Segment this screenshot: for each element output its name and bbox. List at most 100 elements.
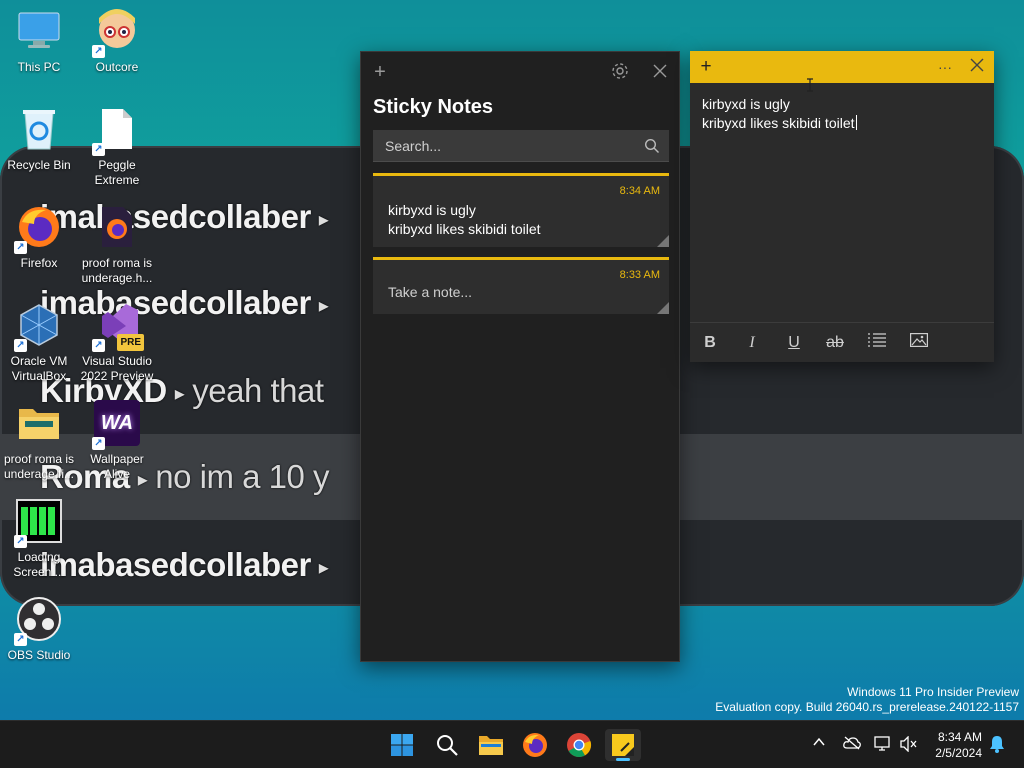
desktop-icon-label: Peggle Extreme [94, 158, 140, 187]
desktop-icon-label: Loading Screen ... [13, 550, 65, 579]
text-caret [855, 115, 857, 130]
show-hidden-icons-button[interactable] [812, 735, 826, 752]
underline-icon[interactable]: U [783, 333, 805, 353]
visual-studio-icon: PRE ↗ [92, 302, 144, 352]
desktop-icon-label: proof roma is underage.h... [81, 256, 153, 285]
active-indicator [616, 758, 630, 761]
search-button[interactable] [429, 729, 465, 761]
desktop-icon-firefox[interactable]: ↗ Firefox [0, 204, 78, 271]
note-fold-corner [657, 235, 669, 247]
outcore-icon: ↗ [92, 8, 140, 58]
shortcut-arrow-icon: ↗ [14, 241, 27, 254]
desktop-icon-label: OBS Studio [7, 648, 71, 662]
settings-button[interactable] [610, 62, 630, 82]
loading-screen-icon: ↗ [14, 498, 62, 548]
folder-icon [16, 400, 62, 446]
note-titlebar[interactable]: + ··· [690, 51, 994, 83]
desktop-icon-obs[interactable]: ↗ OBS Studio [0, 596, 78, 663]
firefox-taskbar-button[interactable] [517, 729, 553, 761]
bold-icon[interactable]: B [699, 333, 721, 353]
desktop-icon-virtualbox[interactable]: ↗ Oracle VM VirtualBox [0, 302, 78, 384]
watermark-line: Windows 11 Pro Insider Preview [847, 685, 1019, 699]
sticky-notes-taskbar-button[interactable] [605, 729, 641, 761]
strikethrough-icon[interactable]: ab [824, 333, 846, 353]
obs-icon: ↗ [14, 596, 62, 646]
shortcut-arrow-icon: ↗ [14, 633, 27, 646]
note-preview: Take a note... [388, 283, 472, 302]
windows-logo-icon [391, 734, 413, 756]
file-explorer-button[interactable] [473, 729, 509, 761]
note-preview-line: kribyxd likes skibidi toilet [388, 221, 541, 237]
sticky-note-window: + ··· kirbyxd is ugly kribyxd likes skib… [690, 51, 994, 362]
desktop-icon-label: Firefox [20, 256, 58, 270]
add-note-button[interactable]: + [370, 62, 390, 82]
file-icon: ↗ [92, 106, 140, 156]
desktop-icon-label: Oracle VM VirtualBox [10, 354, 68, 383]
network-button[interactable] [874, 736, 892, 755]
text-cursor-icon [806, 78, 814, 92]
search-input[interactable] [373, 130, 669, 162]
wallpaper-chat-line: imabasedcollaber ▸ [40, 546, 329, 583]
note-card[interactable]: 8:33 AM Take a note... [373, 257, 669, 314]
desktop-icon-label: Outcore [95, 60, 139, 74]
clock-time: 8:34 AM [937, 730, 982, 744]
desktop-icon-peggle[interactable]: ↗ Peggle Extreme [78, 106, 156, 188]
desktop-icon-label: proof roma is underage.fi... [3, 452, 75, 481]
page-title: Sticky Notes [373, 96, 494, 118]
desktop-icon-this-pc[interactable]: This PC [0, 8, 78, 75]
close-button[interactable] [650, 62, 670, 82]
firefox-icon: ↗ [14, 204, 62, 254]
note-card[interactable]: 8:34 AM kirbyxd is ugly kribyxd likes sk… [373, 173, 669, 247]
note-preview-line: kirbyxd is ugly [388, 202, 476, 218]
speaker-muted-icon [900, 735, 917, 753]
note-close-button[interactable] [967, 57, 987, 77]
shortcut-arrow-icon: ↗ [92, 437, 105, 450]
volume-button[interactable] [900, 735, 918, 755]
italic-icon[interactable]: I [741, 333, 763, 353]
firefox-icon [523, 733, 547, 757]
chrome-taskbar-button[interactable] [561, 729, 597, 761]
desktop-icon-recycle-bin[interactable]: Recycle Bin [0, 106, 78, 173]
desktop-icon-proof-folder[interactable]: proof roma is underage.fi... [0, 400, 78, 482]
close-icon [970, 58, 984, 72]
preview-badge: PRE [117, 334, 144, 351]
note-text-line: kirbyxd is ugly [702, 96, 790, 112]
desktop-icon-wallpaper-alive[interactable]: WA ↗ Wallpaper Alive [78, 400, 156, 482]
desktop-icon-label: Wallpaper Alive [90, 452, 144, 481]
bell-icon [990, 736, 1004, 753]
start-button[interactable] [384, 729, 420, 761]
gear-icon [612, 63, 628, 79]
more-options-button[interactable]: ··· [935, 57, 955, 77]
taskbar: 8:34 AM 2/5/2024 [0, 720, 1024, 768]
notifications-button[interactable] [989, 735, 1005, 756]
shortcut-arrow-icon: ↗ [92, 143, 105, 156]
bullet-list-icon[interactable] [866, 333, 888, 353]
note-preview: kirbyxd is ugly kribyxd likes skibidi to… [388, 201, 541, 239]
clock[interactable]: 8:34 AM 2/5/2024 [924, 729, 982, 761]
onedrive-button[interactable] [843, 736, 861, 753]
cloud-offline-icon [843, 736, 861, 750]
new-note-button[interactable]: + [696, 57, 716, 77]
chevron-up-icon [813, 737, 825, 746]
note-text-line: kribyxd likes skibidi toilet [702, 115, 855, 131]
clock-date: 2/5/2024 [935, 746, 982, 760]
note-timestamp: 8:34 AM [619, 185, 660, 197]
format-toolbar: B I U ab [690, 322, 994, 362]
shortcut-arrow-icon: ↗ [92, 339, 105, 352]
desktop-icon-label: This PC [17, 60, 61, 74]
network-disconnected-icon [874, 736, 890, 751]
note-editor[interactable]: kirbyxd is ugly kribyxd likes skibidi to… [702, 95, 857, 133]
search-icon [437, 735, 458, 756]
desktop-icon-proof-html[interactable]: proof roma is underage.h... [78, 204, 156, 286]
desktop-icon-outcore[interactable]: ↗ Outcore [78, 8, 156, 75]
search-icon[interactable] [644, 138, 660, 154]
sticky-notes-list-window: + Sticky Notes 8:34 AM kirbyxd is ugly k… [360, 51, 680, 662]
watermark-line: Evaluation copy. Build 26040.rs_prerelea… [715, 700, 1019, 714]
desktop-icon-visual-studio[interactable]: PRE ↗ Visual Studio 2022 Preview [78, 302, 156, 384]
recycle-bin-icon [16, 106, 62, 152]
virtualbox-icon: ↗ [14, 302, 62, 352]
insert-image-icon[interactable] [908, 333, 930, 353]
desktop-icon-label: Visual Studio 2022 Preview [80, 354, 154, 383]
desktop-icon-loading-screen[interactable]: ↗ Loading Screen ... [0, 498, 78, 580]
note-fold-corner [657, 302, 669, 314]
